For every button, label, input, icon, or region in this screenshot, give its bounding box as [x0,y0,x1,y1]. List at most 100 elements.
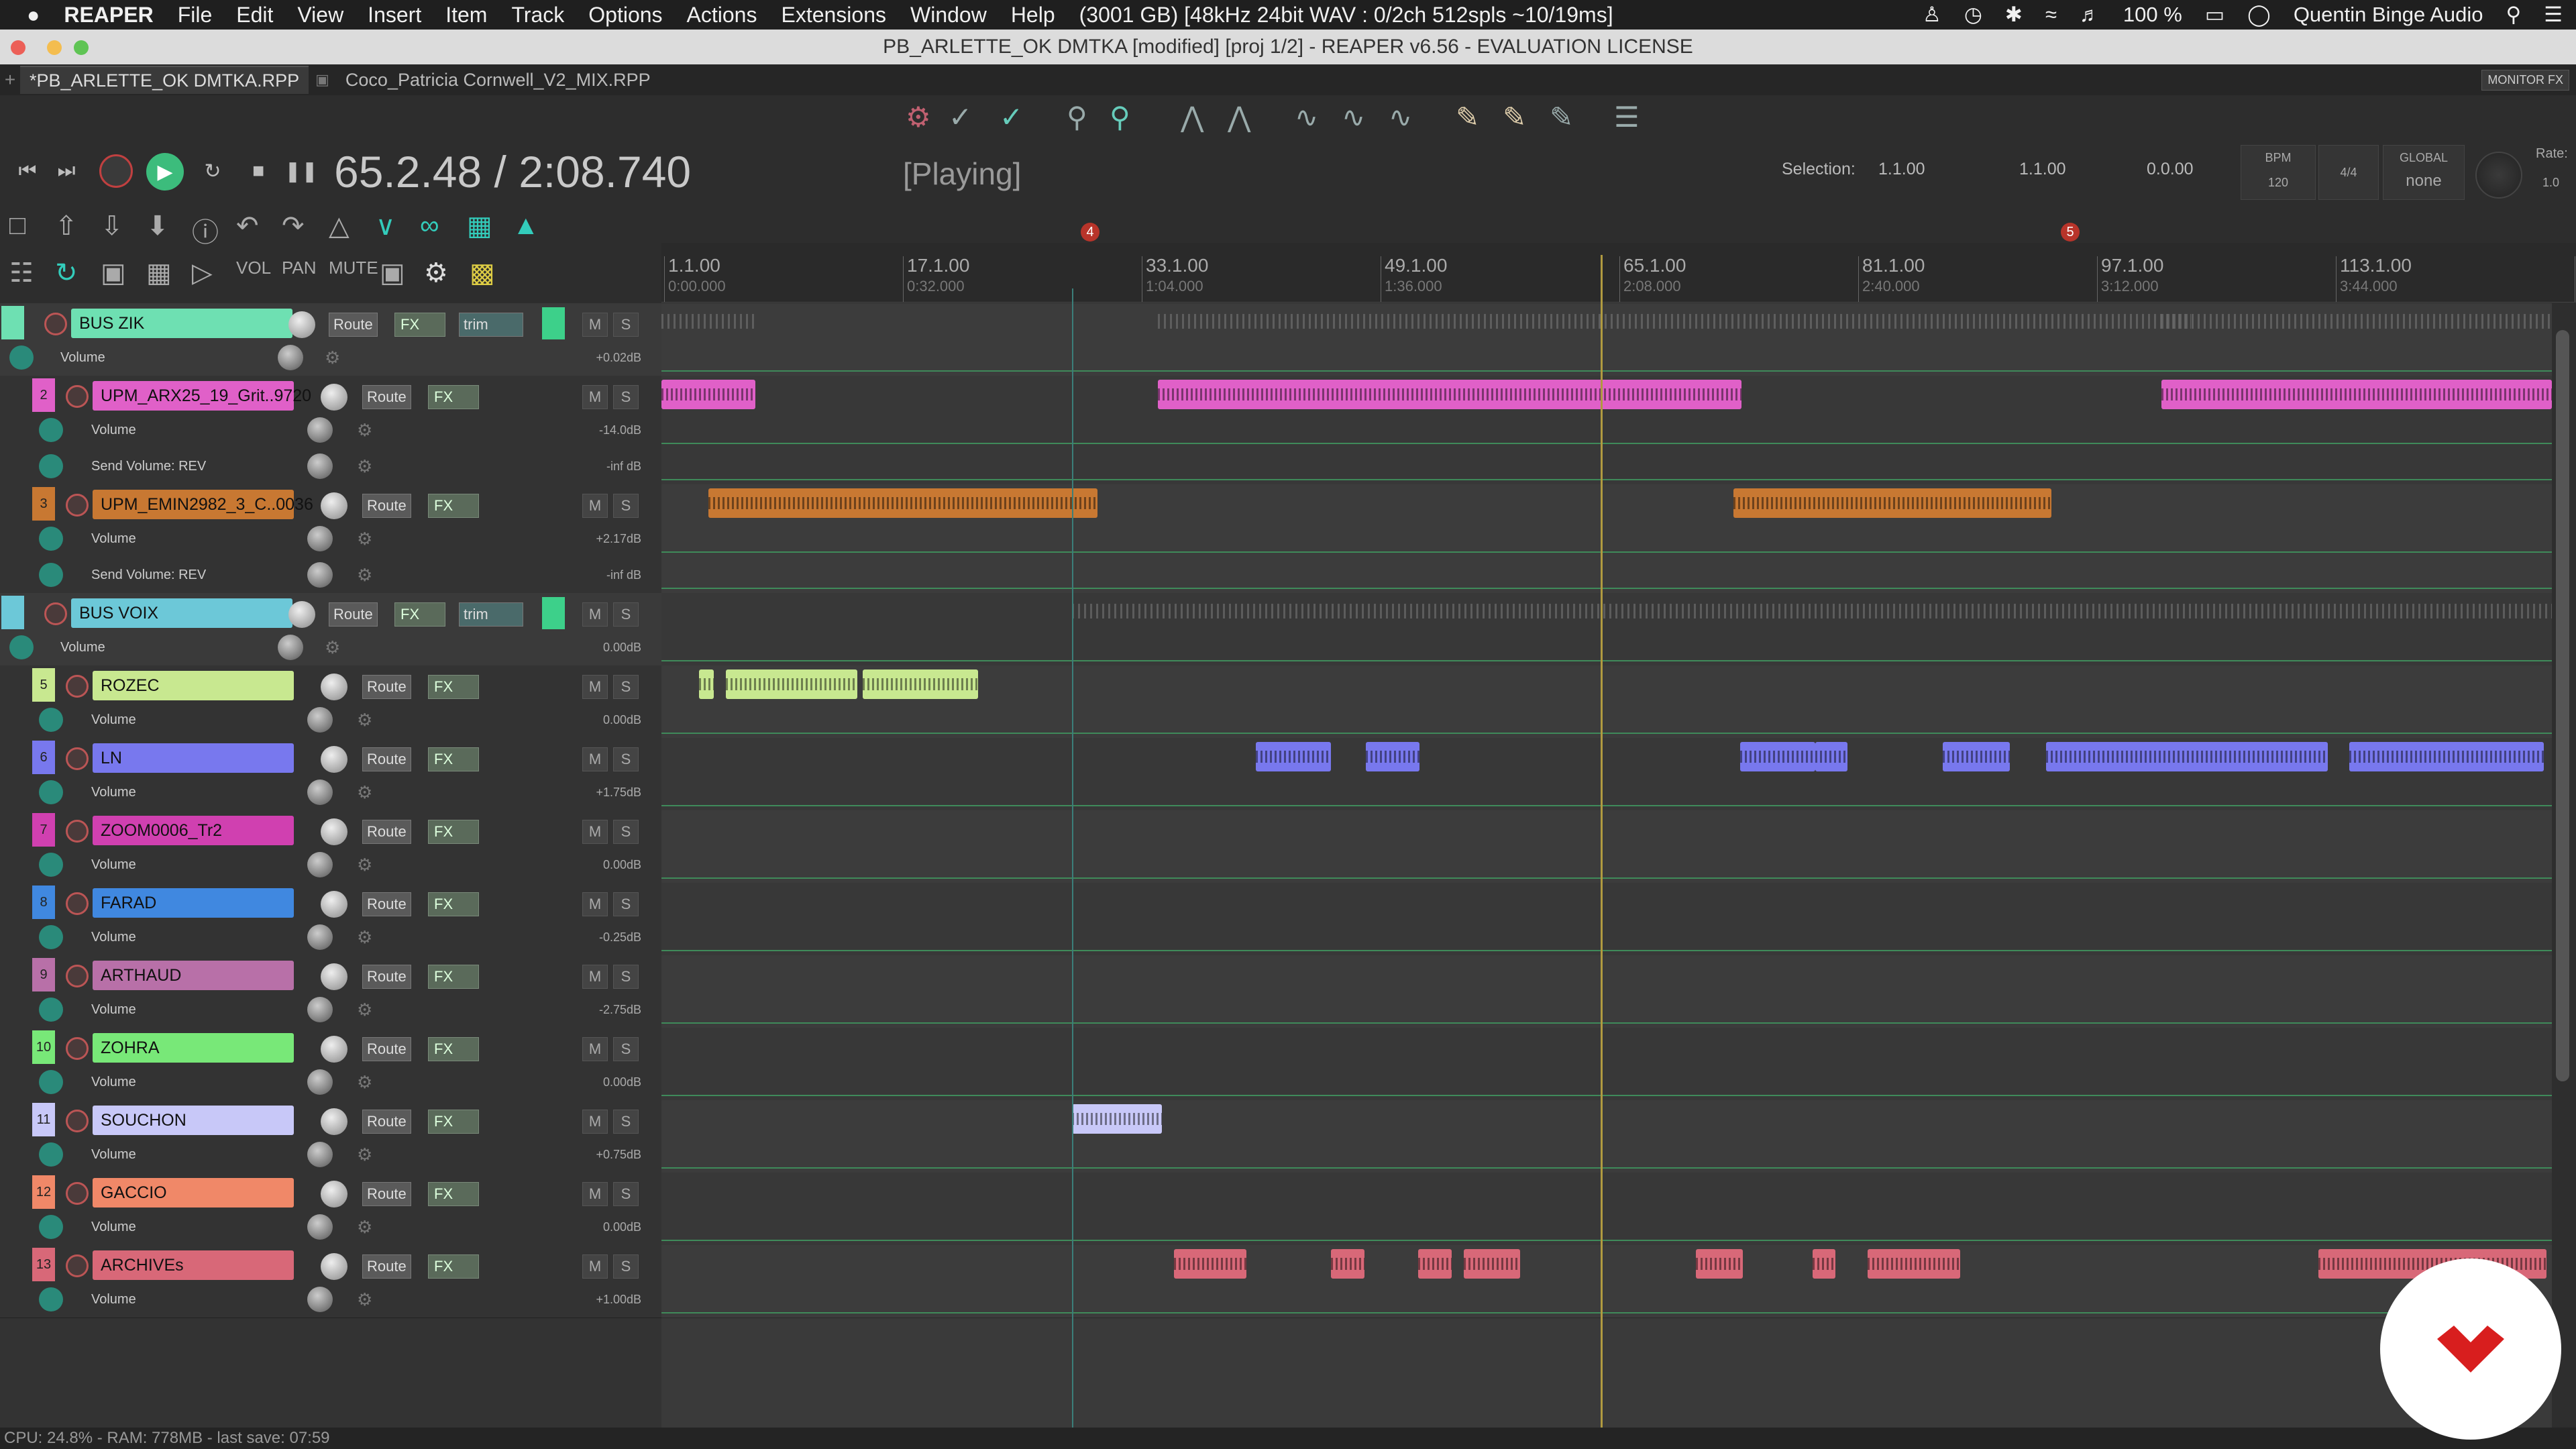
volume-icon[interactable]: ♬ [2080,3,2100,27]
media-item[interactable] [1943,742,2010,771]
routing-icon[interactable]: ▲ [513,211,539,241]
route-button[interactable]: Route [362,1182,411,1206]
envelope-row[interactable]: Volume ⚙ 0.00dB [0,702,661,738]
monitor-fx-button[interactable]: MONITOR FX [2481,70,2569,91]
track-lane[interactable] [661,883,2552,956]
record-arm-button[interactable] [66,747,89,770]
bpm-box[interactable]: BPM 120 [2241,145,2316,200]
envelope-active-icon[interactable] [9,345,34,370]
envelope-active-icon[interactable] [39,998,63,1022]
record-button[interactable] [99,154,133,188]
pan-env-icon[interactable]: PAN [282,258,317,278]
media-item[interactable] [1331,1249,1364,1279]
menu-actions[interactable]: Actions [687,3,757,28]
playrate-knob[interactable] [2475,152,2522,199]
track-name[interactable]: ROZEC [93,671,294,700]
stop-button[interactable]: ■ [243,156,274,186]
lock-icon[interactable]: ▣ [101,258,126,288]
grid-icon[interactable]: ▦ [146,258,172,288]
track-lane[interactable] [661,376,2552,485]
trim-button[interactable]: trim [459,602,523,627]
mute-button[interactable]: M [582,1182,608,1206]
go-to-end-button[interactable]: ⏭ [51,156,82,186]
item-grouping-icon[interactable]: ∨ [376,211,395,241]
envelope-row[interactable]: Volume ⚙ +0.02dB [0,339,661,376]
color-brush-2-icon[interactable]: ✎ [1503,101,1526,133]
fx-button[interactable]: FX [428,820,479,844]
envelope-row[interactable]: Volume ⚙ +0.75dB [0,1136,661,1173]
record-arm-button[interactable] [66,385,89,408]
solo-button[interactable]: S [613,602,639,627]
track-lane[interactable] [661,1173,2552,1246]
envelope-settings-icon[interactable]: ⚙ [357,1217,372,1238]
route-button[interactable]: Route [362,675,411,699]
envelope-settings-icon[interactable]: ⚙ [357,420,372,441]
menu-reaper[interactable]: REAPER [64,3,153,28]
repeat-button[interactable]: ↻ [197,156,228,186]
fx-button[interactable]: FX [394,313,445,337]
envelope-row[interactable]: Volume ⚙ 0.00dB [0,1209,661,1245]
envelope-active-icon[interactable] [39,563,63,587]
envelope-settings-icon[interactable]: ⚙ [357,1072,372,1093]
mute-button[interactable]: M [582,385,608,409]
media-item[interactable] [2349,742,2544,771]
solo-button[interactable]: S [613,385,639,409]
track-header[interactable]: 3 UPM_EMIN2982_3_C..0036 Route FX M S Volume ⚙ +… [0,484,661,594]
track-name[interactable]: BUS VOIX [71,598,292,628]
track-header[interactable]: BUS VOIX Route FX trim M S Volume ⚙ 0.00dB [0,593,661,666]
control-center-icon[interactable]: ☰ [2544,3,2563,27]
media-item[interactable] [1464,1249,1520,1279]
track-lane[interactable] [661,1245,2552,1318]
media-item[interactable] [1158,380,1741,409]
track-name[interactable]: GACCIO [93,1178,294,1208]
selection-start[interactable]: 1.1.00 [1878,160,1925,179]
mute-button[interactable]: M [582,747,608,771]
snap-icon[interactable]: ✓ [1000,101,1023,133]
envelope-knob[interactable] [307,526,333,551]
solo-button[interactable]: S [613,892,639,916]
envelope-knob[interactable] [307,453,333,479]
envelope-settings-icon[interactable]: ⚙ [357,927,372,948]
track-header[interactable]: 6 LN Route FX M S Volume ⚙ +1.75dB [0,738,661,811]
route-button[interactable]: Route [362,965,411,989]
record-arm-button[interactable] [66,965,89,987]
envelope-settings-icon[interactable]: ⚙ [357,855,372,875]
menu-edit[interactable]: Edit [236,3,273,28]
project-settings-icon[interactable]: ⓘ [192,211,219,250]
volume-knob[interactable] [288,601,315,628]
fx-button[interactable]: FX [428,747,479,771]
fx-button[interactable]: FX [428,1182,479,1206]
zoom-icon[interactable]: ⚲ [1067,101,1087,133]
envelope-row[interactable]: Volume ⚙ +1.75dB [0,774,661,810]
menu-help[interactable]: Help [1011,3,1055,28]
track-name[interactable]: BUS ZIK [71,309,292,338]
media-item[interactable] [1174,1249,1246,1279]
track-header[interactable]: 12 GACCIO Route FX M S Volume ⚙ 0.00dB [0,1173,661,1246]
envelope-row[interactable]: Volume ⚙ -0.25dB [0,919,661,955]
envelope-knob[interactable] [307,707,333,733]
envelope-knob[interactable] [278,635,303,660]
envelope-active-icon[interactable] [39,708,63,732]
track-lane[interactable] [661,593,2552,666]
track-header[interactable]: BUS ZIK Route FX trim M S Volume ⚙ +0.02dB [0,303,661,376]
envelope-settings-icon[interactable]: ⚙ [357,1000,372,1020]
media-item[interactable] [1256,742,1331,771]
menu-options[interactable]: Options [588,3,662,28]
arrange-view[interactable] [661,303,2552,1428]
envelope-active-icon[interactable] [39,925,63,949]
envelope-row[interactable]: Send Volume: REV ⚙ -inf dB [0,557,661,593]
track-lane[interactable] [661,955,2552,1028]
timeline-ruler[interactable]: 1.1.00 0:00.000 17.1.00 0:32.000 33.1.00 1:04… [661,223,2576,303]
color-palette-icon[interactable]: ▩ [470,258,495,288]
rate-value[interactable]: 1.0 [2542,176,2559,190]
route-button[interactable]: Route [362,385,411,409]
envelope-knob[interactable] [307,417,333,443]
track-header[interactable]: 13 ARCHIVEs Route FX M S Volume ⚙ +1.00dB [0,1245,661,1318]
mute-button[interactable]: M [582,1110,608,1134]
solo-button[interactable]: S [613,747,639,771]
project-tab-1[interactable]: *PB_ARLETTE_OK DMTKA.RPP [20,66,309,94]
media-item[interactable] [1418,1249,1452,1279]
media-item[interactable] [699,669,714,699]
project-marker[interactable]: 5 [2061,223,2080,241]
route-button[interactable]: Route [362,1254,411,1279]
